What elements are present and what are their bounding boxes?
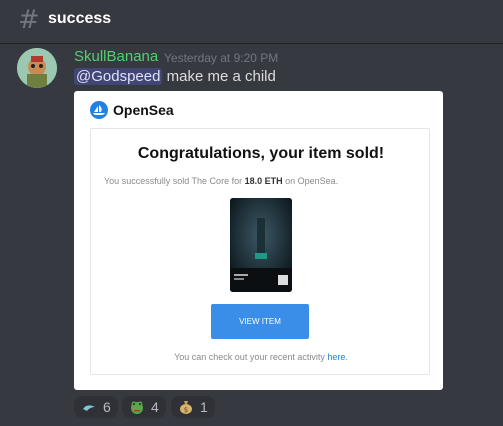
- nft-image[interactable]: [230, 198, 292, 292]
- reaction-wave[interactable]: 6: [74, 396, 118, 418]
- channel-name: success: [48, 10, 112, 27]
- footer-text: You can check out your recent activity h…: [174, 352, 348, 362]
- message-text: make me a child: [162, 68, 276, 85]
- activity-link[interactable]: here: [327, 352, 345, 362]
- money-bag-emoji-icon: $: [178, 399, 194, 415]
- sale-card: Congratulations, your item sold! You suc…: [90, 128, 430, 375]
- user-mention[interactable]: @Godspeed: [74, 68, 163, 85]
- username[interactable]: SkullBanana: [74, 48, 158, 65]
- wave-emoji-icon: [81, 399, 97, 415]
- hash-icon: #: [18, 5, 40, 35]
- avatar[interactable]: [17, 48, 57, 88]
- view-item-button[interactable]: VIEW ITEM: [211, 304, 309, 339]
- reaction-count: 1: [200, 399, 208, 415]
- frog-emoji-icon: [129, 399, 145, 415]
- card-title: Congratulations, your item sold!: [137, 145, 385, 162]
- opensea-logo-icon: [90, 101, 108, 119]
- brand-name: OpenSea: [113, 102, 174, 118]
- channel-header: # success: [0, 0, 503, 44]
- reaction-count: 6: [103, 399, 111, 415]
- reaction-count: 4: [151, 399, 159, 415]
- reaction-money-bag[interactable]: $ 1: [171, 396, 215, 418]
- card-subtitle: You successfully sold The Core for 18.0 …: [104, 176, 339, 186]
- opensea-embed: OpenSea Congratulations, your item sold!…: [74, 91, 443, 390]
- sale-price: 18.0 ETH: [244, 176, 283, 186]
- timestamp: Yesterday at 9:20 PM: [164, 51, 279, 65]
- reaction-frog[interactable]: 4: [122, 396, 166, 418]
- message-content: @Godspeed make me a child: [74, 68, 276, 85]
- svg-text:$: $: [184, 406, 188, 414]
